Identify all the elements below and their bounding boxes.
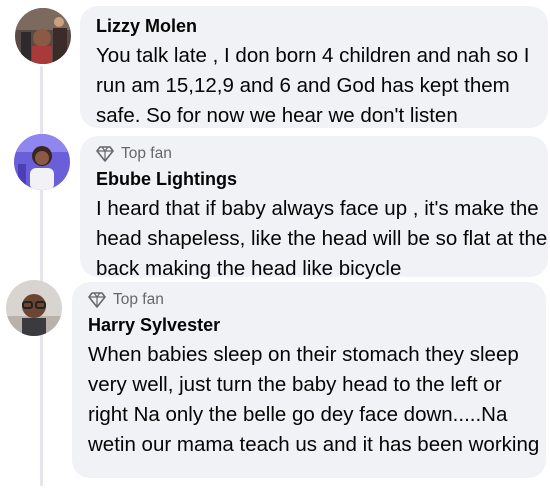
comment-text: You talk late , I don born 4 children an…	[96, 44, 530, 127]
comment-bubble: Top fan Ebube Lightings I heard that if …	[80, 136, 548, 280]
comment-author[interactable]: Harry Sylvester	[88, 313, 546, 337]
diamond-icon	[88, 292, 106, 308]
comment-bubble: Lizzy Molen You talk late , I don born 4…	[80, 6, 548, 128]
avatar[interactable]	[14, 134, 70, 190]
avatar[interactable]	[15, 8, 71, 64]
diamond-icon	[96, 146, 114, 162]
top-fan-badge: Top fan	[88, 290, 546, 310]
comment-bubble: Top fan Harry Sylvester When babies slee…	[72, 282, 546, 478]
avatar[interactable]	[6, 280, 62, 336]
comment-author[interactable]: Lizzy Molen	[96, 14, 548, 38]
thread-line	[40, 66, 43, 486]
badge-label: Top fan	[121, 145, 172, 162]
top-fan-badge: Top fan	[96, 144, 548, 164]
comment-author[interactable]: Ebube Lightings	[96, 167, 548, 191]
comment-text: I heard that if baby always face up , it…	[96, 197, 548, 280]
badge-label: Top fan	[113, 291, 164, 308]
comment-text: When babies sleep on their stomach they …	[88, 343, 540, 456]
